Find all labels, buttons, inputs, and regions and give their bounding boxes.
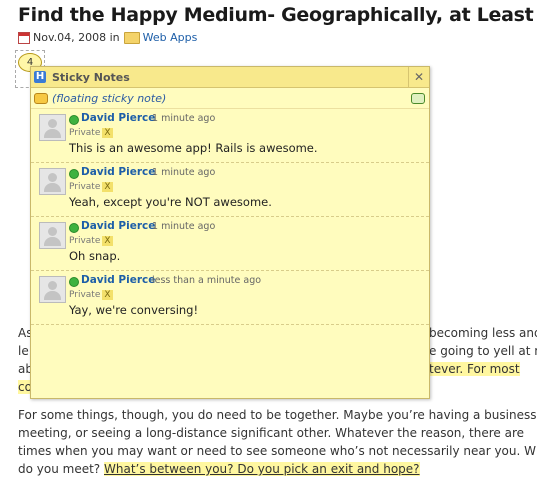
online-status-icon xyxy=(69,115,79,125)
post-title: Find the Happy Medium- Geographically, a… xyxy=(18,4,534,26)
folder-icon xyxy=(123,31,140,44)
note-author[interactable]: David Pierce xyxy=(81,166,155,178)
avatar-icon xyxy=(39,222,66,249)
article-line: do you meet? What’s between you? Do you … xyxy=(18,462,420,476)
note-time: less than a minute ago xyxy=(152,275,262,286)
article-link[interactable]: What’s between you? Do you pick an exit … xyxy=(104,462,420,476)
article-line: tever. For most xyxy=(429,362,520,376)
floating-note-label: (floating sticky note) xyxy=(52,91,167,105)
note-text: This is an awesome app! Rails is awesome… xyxy=(69,141,318,155)
note-text: Yay, we're conversing! xyxy=(69,303,199,317)
article-line: For some things, though, you do need to … xyxy=(18,408,537,422)
note-text: Yeah, except you're NOT awesome. xyxy=(69,195,272,209)
post-in-label: in xyxy=(109,31,120,44)
note-privacy: Private X xyxy=(69,182,113,192)
note-item: David Pierce 1 minute ago Private X Yeah,… xyxy=(31,163,429,217)
online-status-icon xyxy=(69,169,79,179)
note-author[interactable]: David Pierce xyxy=(81,112,155,124)
category-link[interactable]: Web Apps xyxy=(143,31,198,44)
note-item: David Pierce 1 minute ago Private X This … xyxy=(31,109,429,163)
note-time: 1 minute ago xyxy=(152,221,216,232)
add-note-icon[interactable] xyxy=(411,93,425,104)
avatar-icon xyxy=(39,276,66,303)
close-icon[interactable]: ✕ xyxy=(408,67,429,87)
note-text: Oh snap. xyxy=(69,249,121,263)
article-line: le xyxy=(18,344,29,358)
online-status-icon xyxy=(69,223,79,233)
sticky-notes-logo-icon: H xyxy=(34,71,46,83)
avatar-icon xyxy=(39,114,66,141)
note-item: David Pierce less than a minute ago Priv… xyxy=(31,271,429,325)
note-author[interactable]: David Pierce xyxy=(81,274,155,286)
delete-note-button[interactable]: X xyxy=(102,290,113,300)
sticky-notes-panel: H Sticky Notes ✕ (floating sticky note) … xyxy=(30,66,430,399)
note-privacy: Private X xyxy=(69,128,113,138)
avatar-icon xyxy=(39,168,66,195)
panel-title: Sticky Notes xyxy=(52,70,130,84)
note-time: 1 minute ago xyxy=(152,167,216,178)
calendar-icon xyxy=(18,31,30,44)
delete-note-button[interactable]: X xyxy=(102,182,113,192)
article-line: becoming less and xyxy=(429,326,537,340)
article-line: times when you may want or need to see s… xyxy=(18,444,537,458)
note-privacy: Private X xyxy=(69,290,113,300)
delete-note-button[interactable]: X xyxy=(102,128,113,138)
panel-header[interactable]: H Sticky Notes ✕ xyxy=(31,67,429,88)
note-privacy: Private X xyxy=(69,236,113,246)
post-date: Nov.04, 2008 xyxy=(33,31,107,44)
note-author[interactable]: David Pierce xyxy=(81,220,155,232)
delete-note-button[interactable]: X xyxy=(102,236,113,246)
online-status-icon xyxy=(69,277,79,287)
article-line: e going to yell at m xyxy=(429,344,537,358)
article-line: meeting, or seeing a long-distance signi… xyxy=(18,426,525,440)
floating-note-row[interactable]: (floating sticky note) xyxy=(31,88,429,109)
note-time: 1 minute ago xyxy=(152,113,216,124)
speech-bubble-icon xyxy=(34,92,48,104)
post-meta: Nov.04, 2008 in Web Apps xyxy=(18,31,197,44)
note-item: David Pierce 1 minute ago Private X Oh sn… xyxy=(31,217,429,271)
